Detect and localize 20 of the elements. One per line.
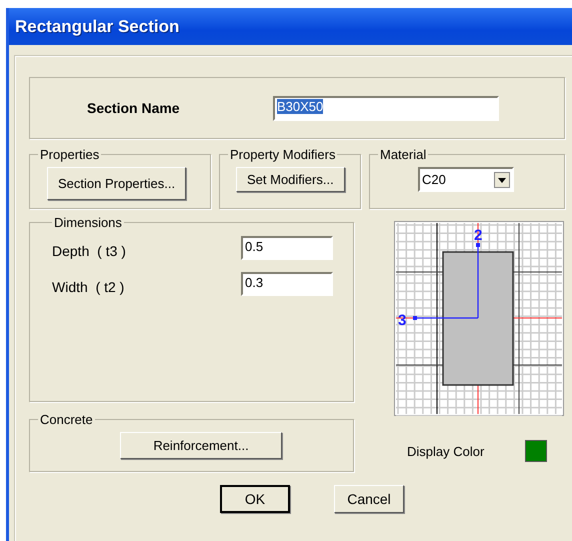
group-label: Property Modifiers <box>229 147 336 162</box>
color-swatch[interactable] <box>525 440 548 462</box>
dimension-label: Depth ( t3 ) <box>52 243 126 259</box>
section-name-field[interactable]: B30X50 <box>273 96 499 120</box>
material-dropdown[interactable]: C20 <box>418 167 514 192</box>
ok-button[interactable]: OK <box>220 485 290 513</box>
group-label: Dimensions <box>53 215 123 230</box>
section-name-label: Section Name <box>87 100 181 116</box>
reinforcement-button[interactable]: Reinforcement... <box>120 432 282 459</box>
set-modifiers-button[interactable]: Set Modifiers... <box>236 167 345 192</box>
dimension-field[interactable]: 0.5 <box>241 236 333 260</box>
dimension-label: Width ( t2 ) <box>52 279 124 295</box>
group-label: Properties <box>39 147 100 162</box>
cancel-button[interactable]: Cancel <box>334 485 404 513</box>
group-label: Concrete <box>39 412 94 427</box>
dimension-field[interactable]: 0.3 <box>241 272 333 296</box>
window-title: Rectangular Section <box>15 16 180 36</box>
display-color-label: Display Color <box>407 444 484 458</box>
section-properties-button[interactable]: Section Properties... <box>47 167 186 200</box>
group-label: Material <box>379 147 428 162</box>
